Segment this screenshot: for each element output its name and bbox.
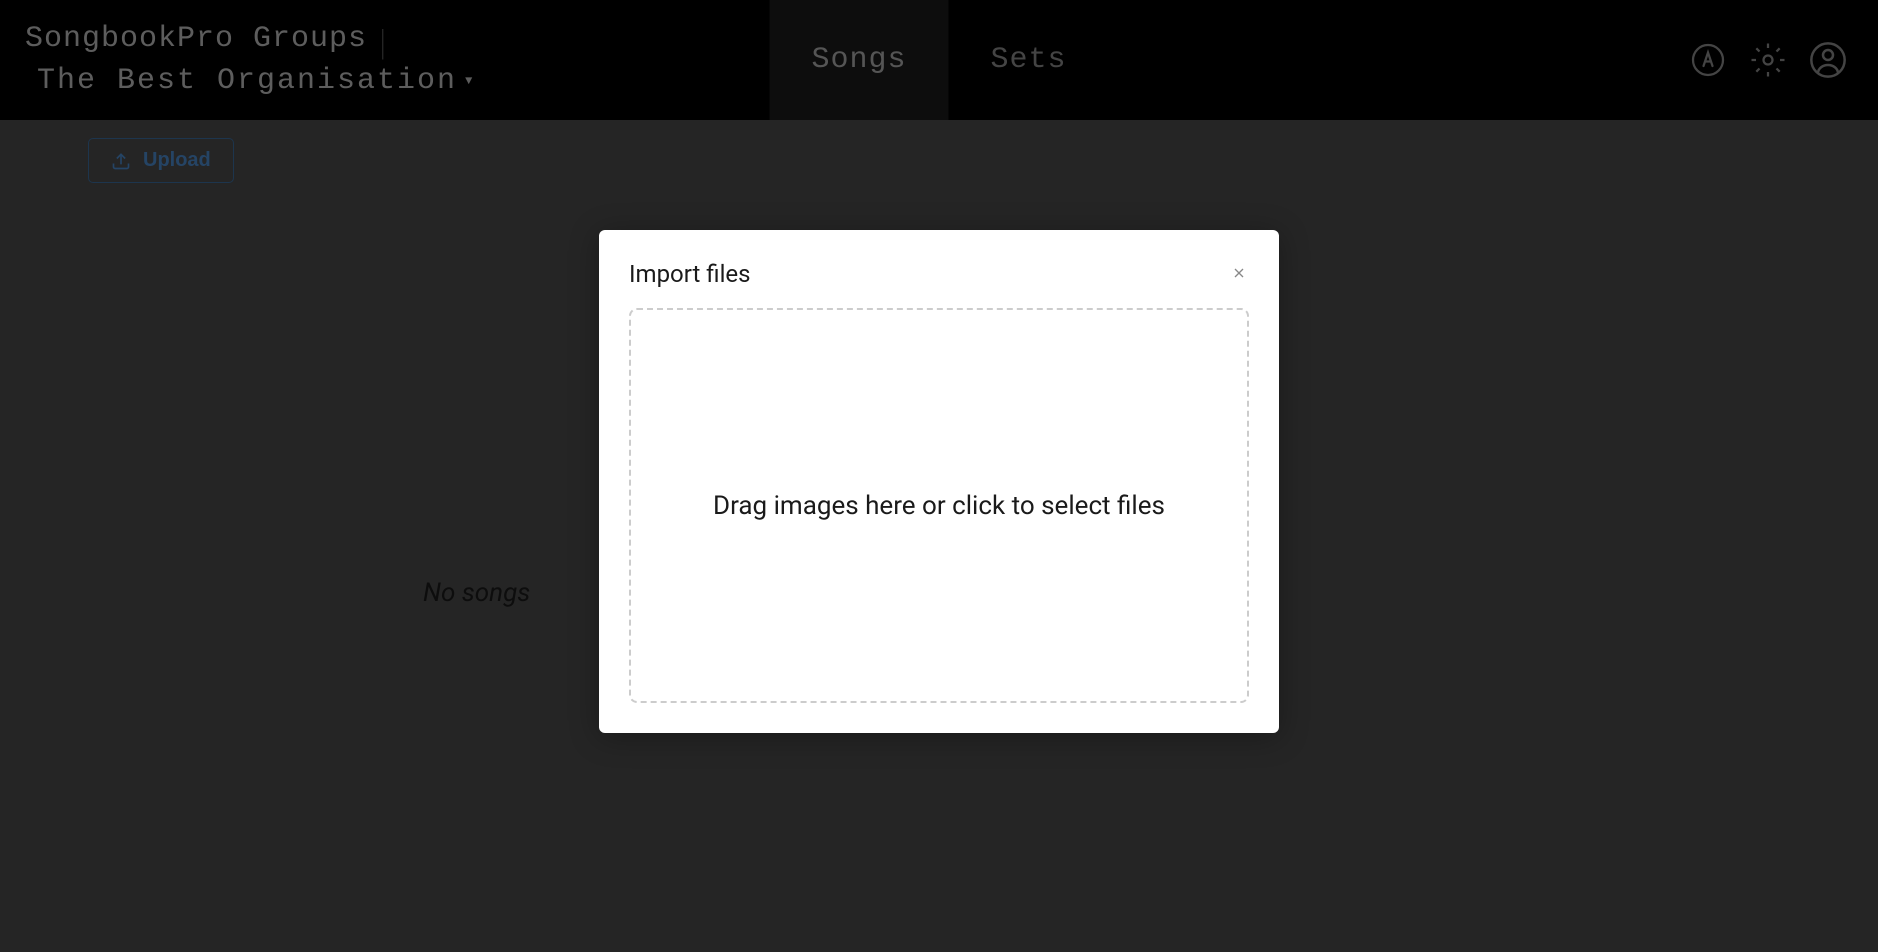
dropzone-text: Drag images here or click to select file… — [713, 491, 1165, 521]
modal-header: Import files — [629, 260, 1249, 288]
close-icon — [1231, 262, 1247, 286]
file-dropzone[interactable]: Drag images here or click to select file… — [629, 308, 1249, 703]
modal-title: Import files — [629, 260, 751, 288]
import-files-modal: Import files Drag images here or click t… — [599, 230, 1279, 733]
close-button[interactable] — [1229, 264, 1249, 284]
modal-backdrop[interactable]: Import files Drag images here or click t… — [0, 0, 1878, 952]
